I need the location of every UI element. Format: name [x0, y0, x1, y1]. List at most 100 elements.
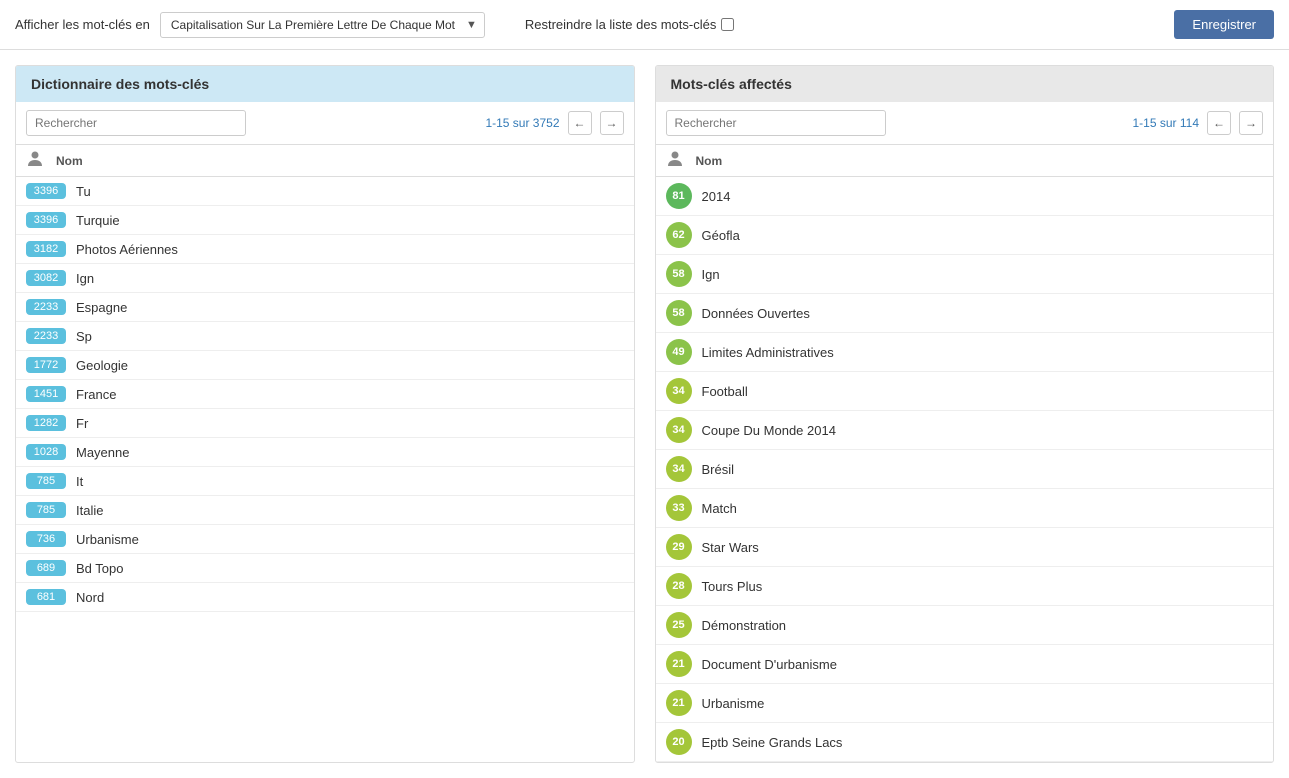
table-row[interactable]: 20 Eptb Seine Grands Lacs	[656, 723, 1274, 762]
left-panel-toolbar: 1-15 sur 3752 ← →	[16, 102, 634, 145]
save-button[interactable]: Enregistrer	[1174, 10, 1274, 39]
left-badge: 3182	[26, 241, 66, 257]
right-next-btn[interactable]: →	[1239, 111, 1263, 135]
left-row-name: France	[76, 387, 116, 402]
person-icon-right	[666, 150, 684, 168]
left-row-name: It	[76, 474, 83, 489]
right-panel-header: Mots-clés affectés	[656, 66, 1274, 102]
left-pagination-info: 1-15 sur 3752	[485, 116, 559, 130]
table-row[interactable]: 3182 Photos Aériennes	[16, 235, 634, 264]
right-badge: 34	[666, 378, 692, 404]
right-row-name: Star Wars	[702, 540, 759, 555]
table-row[interactable]: 785 Italie	[16, 496, 634, 525]
right-panel: Mots-clés affectés 1-15 sur 114 ← → Nom …	[655, 65, 1275, 763]
right-badge: 58	[666, 300, 692, 326]
left-row-name: Urbanisme	[76, 532, 139, 547]
restrict-label-text: Restreindre la liste des mots-clés	[525, 17, 716, 32]
left-row-name: Ign	[76, 271, 94, 286]
right-badge: 62	[666, 222, 692, 248]
capitalization-dropdown-wrapper: Capitalisation Sur La Première Lettre De…	[160, 12, 485, 38]
table-row[interactable]: 1451 France	[16, 380, 634, 409]
right-badge: 81	[666, 183, 692, 209]
left-badge: 2233	[26, 299, 66, 315]
table-row[interactable]: 49 Limites Administratives	[656, 333, 1274, 372]
table-row[interactable]: 1028 Mayenne	[16, 438, 634, 467]
table-row[interactable]: 3396 Tu	[16, 177, 634, 206]
table-row[interactable]: 2233 Sp	[16, 322, 634, 351]
right-row-name: Tours Plus	[702, 579, 763, 594]
left-panel-header: Dictionnaire des mots-clés	[16, 66, 634, 102]
left-row-name: Sp	[76, 329, 92, 344]
left-row-name: Fr	[76, 416, 88, 431]
right-row-name: Document D'urbanisme	[702, 657, 837, 672]
table-row[interactable]: 25 Démonstration	[656, 606, 1274, 645]
right-pagination-info: 1-15 sur 114	[1133, 116, 1200, 130]
table-row[interactable]: 2233 Espagne	[16, 293, 634, 322]
restrict-checkbox[interactable]	[721, 18, 734, 31]
left-badge: 689	[26, 560, 66, 576]
left-panel: Dictionnaire des mots-clés 1-15 sur 3752…	[15, 65, 635, 763]
right-col-name-header: Nom	[696, 154, 723, 168]
left-row-name: Nord	[76, 590, 104, 605]
table-row[interactable]: 62 Géofla	[656, 216, 1274, 255]
right-badge: 28	[666, 573, 692, 599]
left-table-header: Nom	[16, 145, 634, 177]
left-row-name: Espagne	[76, 300, 127, 315]
left-badge: 3396	[26, 183, 66, 199]
table-row[interactable]: 1772 Geologie	[16, 351, 634, 380]
table-row[interactable]: 81 2014	[656, 177, 1274, 216]
display-keywords-label: Afficher les mot-clés en	[15, 17, 150, 32]
table-row[interactable]: 21 Document D'urbanisme	[656, 645, 1274, 684]
top-bar: Afficher les mot-clés en Capitalisation …	[0, 0, 1289, 50]
capitalization-dropdown[interactable]: Capitalisation Sur La Première Lettre De…	[160, 12, 485, 38]
table-row[interactable]: 28 Tours Plus	[656, 567, 1274, 606]
left-col-name-header: Nom	[56, 154, 83, 168]
right-row-name: Géofla	[702, 228, 740, 243]
table-row[interactable]: 21 Urbanisme	[656, 684, 1274, 723]
left-row-name: Mayenne	[76, 445, 129, 460]
right-row-name: Eptb Seine Grands Lacs	[702, 735, 843, 750]
right-badge: 34	[666, 417, 692, 443]
right-row-name: Limites Administratives	[702, 345, 834, 360]
right-row-name: Urbanisme	[702, 696, 765, 711]
table-row[interactable]: 34 Football	[656, 372, 1274, 411]
left-table-body: 3396 Tu 3396 Turquie 3182 Photos Aérienn…	[16, 177, 634, 612]
table-row[interactable]: 736 Urbanisme	[16, 525, 634, 554]
right-table-header: Nom	[656, 145, 1274, 177]
left-badge: 1451	[26, 386, 66, 402]
left-row-name: Tu	[76, 184, 91, 199]
right-row-name: Football	[702, 384, 748, 399]
main-content: Dictionnaire des mots-clés 1-15 sur 3752…	[0, 50, 1289, 778]
left-search-input[interactable]	[26, 110, 246, 136]
right-search-input[interactable]	[666, 110, 886, 136]
right-badge: 21	[666, 690, 692, 716]
right-panel-toolbar: 1-15 sur 114 ← →	[656, 102, 1274, 145]
left-badge: 2233	[26, 328, 66, 344]
table-row[interactable]: 785 It	[16, 467, 634, 496]
restrict-label: Restreindre la liste des mots-clés	[525, 17, 734, 32]
left-row-name: Geologie	[76, 358, 128, 373]
left-row-name: Italie	[76, 503, 103, 518]
table-row[interactable]: 33 Match	[656, 489, 1274, 528]
person-icon	[26, 150, 44, 168]
right-panel-title: Mots-clés affectés	[671, 76, 792, 92]
left-prev-btn[interactable]: ←	[568, 111, 592, 135]
table-row[interactable]: 3082 Ign	[16, 264, 634, 293]
table-row[interactable]: 29 Star Wars	[656, 528, 1274, 567]
right-badge: 21	[666, 651, 692, 677]
table-row[interactable]: 34 Coupe Du Monde 2014	[656, 411, 1274, 450]
left-next-btn[interactable]: →	[600, 111, 624, 135]
left-row-name: Bd Topo	[76, 561, 123, 576]
table-row[interactable]: 34 Brésil	[656, 450, 1274, 489]
left-badge: 785	[26, 473, 66, 489]
right-prev-btn[interactable]: ←	[1207, 111, 1231, 135]
table-row[interactable]: 3396 Turquie	[16, 206, 634, 235]
right-table-body: 81 2014 62 Géofla 58 Ign 58 Données Ouve…	[656, 177, 1274, 762]
table-row[interactable]: 58 Ign	[656, 255, 1274, 294]
table-row[interactable]: 1282 Fr	[16, 409, 634, 438]
right-row-name: Données Ouvertes	[702, 306, 810, 321]
table-row[interactable]: 681 Nord	[16, 583, 634, 612]
right-badge: 25	[666, 612, 692, 638]
table-row[interactable]: 689 Bd Topo	[16, 554, 634, 583]
table-row[interactable]: 58 Données Ouvertes	[656, 294, 1274, 333]
